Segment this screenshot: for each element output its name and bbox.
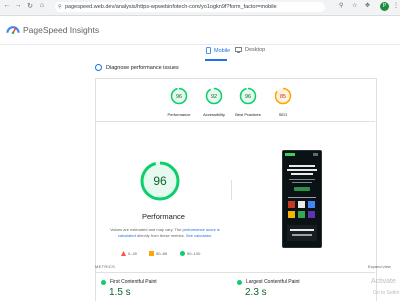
gauge-accessibility-ring: 92 <box>205 87 223 105</box>
metric-fcp: First Contentful Paint <box>101 279 157 285</box>
menu-icon[interactable]: ⋮ <box>393 2 399 9</box>
activation-watermark: Activate <box>371 278 396 285</box>
calculator-link[interactable]: See calculator. <box>186 233 212 238</box>
mobile-icon <box>206 47 211 54</box>
diagnose-icon <box>95 64 102 71</box>
gauge-best-practices-score: 96 <box>245 94 251 100</box>
gauge-seo-score: 85 <box>280 94 286 100</box>
metric-lcp-name: Largest Contentful Paint <box>246 279 300 285</box>
activation-watermark-sub: Go to Settin <box>373 290 400 296</box>
gauge-best-practices-ring: 96 <box>239 87 257 105</box>
bookmark-star-icon[interactable]: ☆ <box>352 2 357 9</box>
screenshot-image <box>283 151 321 247</box>
profile-avatar[interactable]: P <box>380 2 389 11</box>
address-bar[interactable]: ⚲ pagespeed.web.dev/analysis/https-wpweb… <box>55 2 325 12</box>
legend-fail-label: 0–49 <box>128 251 137 256</box>
diagnose-label: Diagnose performance issues <box>106 64 179 71</box>
circle-icon <box>180 251 185 256</box>
reload-icon[interactable]: ↻ <box>26 2 34 10</box>
tab-mobile[interactable]: Mobile <box>206 47 230 54</box>
gauge-seo-ring: 85 <box>274 87 292 105</box>
forward-icon[interactable]: → <box>14 2 22 9</box>
browser-toolbar: ← → ↻ ⌂ ⚲ pagespeed.web.dev/analysis/htt… <box>0 0 400 16</box>
gauge-best-practices[interactable]: 96 Best Practices <box>232 87 264 117</box>
gauge-performance-score: 96 <box>176 94 182 100</box>
active-tab-indicator <box>205 59 227 61</box>
note-text-2: directly from these metrics. <box>135 233 186 238</box>
app-header: PageSpeed Insights <box>0 16 400 45</box>
main-performance-label: Performance <box>142 212 185 221</box>
score-note: Values are estimated and may vary. The p… <box>105 227 225 239</box>
triangle-icon <box>121 251 126 256</box>
legend-pass-label: 90–100 <box>187 251 201 256</box>
note-text-1: Values are estimated and may vary. The <box>110 227 183 232</box>
address-bar-url: pagespeed.web.dev/analysis/https-wpwebin… <box>65 4 277 10</box>
gauge-performance[interactable]: 96 Performance <box>164 87 194 117</box>
gauge-accessibility-score: 92 <box>211 94 217 100</box>
legend-average: 50–89 <box>149 251 167 256</box>
tab-desktop[interactable]: Desktop <box>235 47 265 53</box>
main-performance-gauge: 96 <box>140 161 180 201</box>
app-title: PageSpeed Insights <box>23 25 100 35</box>
metrics-heading: METRICS <box>95 264 116 269</box>
home-icon[interactable]: ⌂ <box>38 2 46 9</box>
pass-indicator-icon <box>101 279 106 285</box>
gauge-seo[interactable]: 85 SEO <box>268 87 298 117</box>
gauge-performance-label: Performance <box>167 112 191 117</box>
legend-fail: 0–49 <box>121 251 137 256</box>
desktop-icon <box>235 47 242 53</box>
expand-view-button[interactable]: Expand view <box>368 264 391 269</box>
main-performance-score: 96 <box>153 174 167 188</box>
back-icon[interactable]: ← <box>3 2 11 9</box>
gauge-accessibility[interactable]: 92 Accessibility <box>199 87 229 117</box>
gauge-performance-ring: 96 <box>170 87 188 105</box>
gauge-best-practices-label: Best Practices <box>235 112 261 117</box>
legend-average-label: 50–89 <box>156 251 168 256</box>
zoom-icon[interactable]: ⚲ <box>339 2 343 9</box>
pass-indicator-icon <box>237 279 242 285</box>
vertical-divider <box>231 180 232 200</box>
diagnose-heading: Diagnose performance issues <box>95 64 179 71</box>
page-screenshot-thumbnail <box>282 150 322 248</box>
gauge-accessibility-label: Accessibility <box>203 112 225 117</box>
pagespeed-logo-icon <box>6 26 20 35</box>
tab-mobile-label: Mobile <box>214 47 231 54</box>
tab-desktop-label: Desktop <box>245 47 266 53</box>
site-info-icon[interactable]: ⚲ <box>58 2 62 12</box>
legend-pass: 90–100 <box>180 251 200 256</box>
gauge-seo-label: SEO <box>278 112 288 117</box>
extensions-icon[interactable]: ✥ <box>365 2 370 9</box>
metric-lcp-value: 2.3 s <box>245 287 267 298</box>
square-icon <box>149 251 154 256</box>
metrics-divider <box>95 272 375 273</box>
section-divider <box>95 121 375 122</box>
metric-fcp-name: First Contentful Paint <box>110 279 157 285</box>
metric-fcp-value: 1.5 s <box>109 287 131 298</box>
metric-lcp: Largest Contentful Paint <box>237 279 300 285</box>
